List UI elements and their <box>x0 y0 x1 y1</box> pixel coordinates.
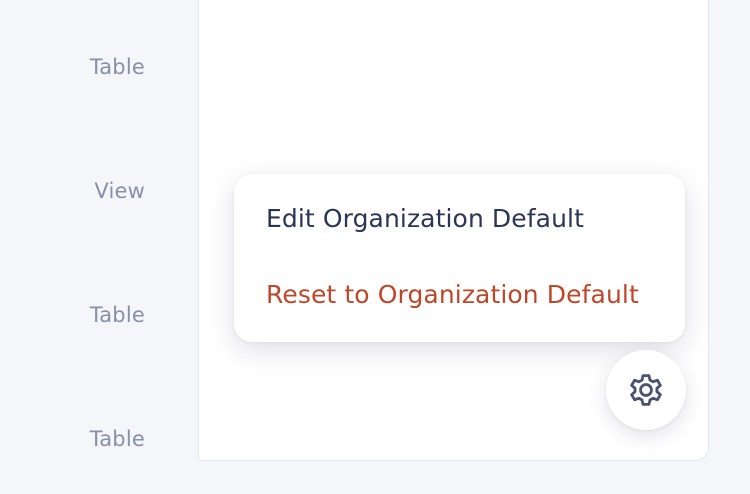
object-type-column: Table View Table Table <box>0 0 199 460</box>
gear-icon <box>625 369 667 411</box>
screen: Table View Table Table Edit Organization… <box>0 0 750 494</box>
object-type-label: Table <box>89 55 145 79</box>
object-type-label: View <box>94 179 145 203</box>
settings-menu-popover: Edit Organization Default Reset to Organ… <box>234 174 685 342</box>
reset-to-organization-default-menu-item[interactable]: Reset to Organization Default <box>266 280 639 309</box>
edit-organization-default-menu-item[interactable]: Edit Organization Default <box>266 204 584 233</box>
object-type-label: Table <box>89 303 145 327</box>
settings-button[interactable] <box>606 350 686 430</box>
object-type-label: Table <box>89 427 145 451</box>
